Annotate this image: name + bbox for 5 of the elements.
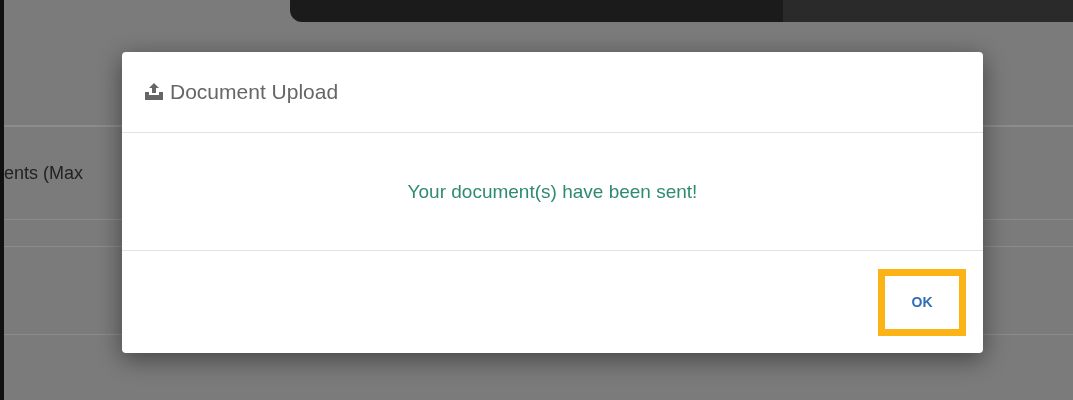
success-message: Your document(s) have been sent! [407,180,698,203]
field-label: ents (Max [4,162,84,184]
dialog-title: Document Upload [170,80,339,104]
ok-button[interactable]: OK [878,268,966,336]
upload-icon [144,83,164,101]
